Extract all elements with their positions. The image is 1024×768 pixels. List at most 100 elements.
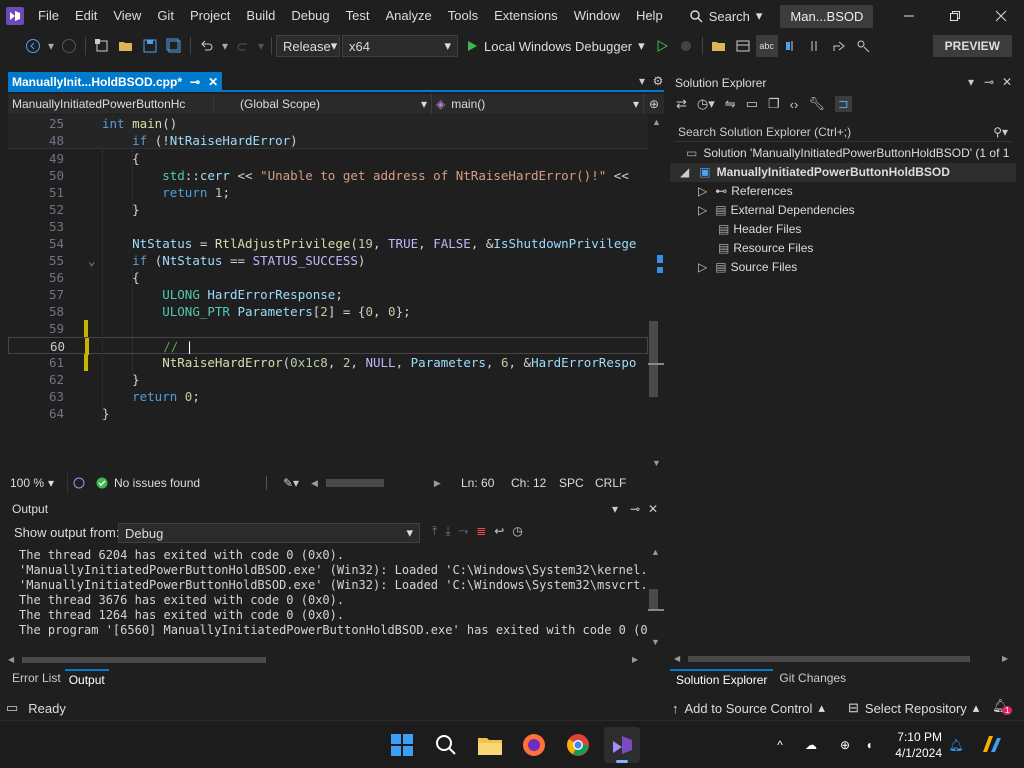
dropdown-arrow-icon[interactable]: ▾ [256, 35, 266, 57]
scroll-left-icon[interactable]: ◀ [674, 654, 680, 663]
scrollbar-thumb[interactable] [649, 321, 658, 397]
scroll-up-icon[interactable]: ▲ [651, 547, 660, 557]
editor-horizontal-scrollbar[interactable]: ◀ ▶ [311, 478, 441, 489]
project-dropdown[interactable]: ManuallyInitiatedPowerButtonHc [8, 94, 214, 114]
preview-selected-icon[interactable]: ⊐ [834, 96, 852, 112]
spell-check-icon[interactable]: abc [755, 35, 778, 57]
sticky-scroll-line[interactable]: 25 int main() [8, 115, 648, 132]
issues-indicator[interactable]: No issues found [96, 476, 256, 490]
code-view-icon[interactable]: ‹› [790, 97, 799, 112]
scrollbar-thumb[interactable] [688, 656, 970, 662]
new-project-icon[interactable] [91, 35, 113, 57]
code-line[interactable]: 58 ULONG_PTR Parameters[2] = {0, 0}; [8, 303, 648, 320]
find-next-icon[interactable]: ⤓ [445, 524, 450, 539]
redo-icon[interactable] [232, 35, 254, 57]
scroll-right-icon[interactable]: ▶ [434, 478, 441, 489]
code-line[interactable]: 62 } [8, 371, 648, 388]
tree-item-header-files[interactable]: ▤ Header Files [670, 220, 1016, 239]
configuration-select[interactable]: Release ▾ [276, 35, 340, 57]
restore-icon[interactable] [932, 0, 978, 32]
tree-item-project[interactable]: ◢ ▣ ManuallyInitiatedPowerButtonHoldBSOD [670, 163, 1016, 182]
panel-dropdown-icon[interactable]: ▾ [612, 502, 624, 516]
hot-reload-icon[interactable] [675, 35, 697, 57]
dropdown-arrow-icon[interactable]: ▾ [46, 35, 56, 57]
scroll-down-icon[interactable]: ▼ [651, 637, 660, 647]
navigate-forward-icon[interactable] [58, 35, 80, 57]
close-panel-icon[interactable]: ✕ [648, 502, 660, 516]
collapse-all-icon[interactable]: ▭ [746, 96, 758, 112]
clock-icon[interactable]: ◷ [512, 524, 522, 539]
expanded-triangle-icon[interactable]: ◢ [680, 165, 689, 179]
platform-select[interactable]: x64 ▾ [342, 35, 458, 57]
share-icon[interactable] [828, 35, 850, 57]
clear-all-icon[interactable]: ≣ [476, 524, 486, 539]
line-indicator[interactable]: Ln: 60 [461, 476, 511, 490]
scroll-left-icon[interactable]: ◀ [311, 478, 318, 489]
language-globe-icon[interactable]: ⊕ [834, 735, 856, 755]
scroll-right-icon[interactable]: ▶ [1002, 654, 1008, 663]
folder-icon[interactable] [708, 35, 730, 57]
windows-start-icon[interactable] [388, 731, 416, 759]
code-line[interactable]: 63 return 0; [8, 388, 648, 405]
pin-icon[interactable]: ⊸ [190, 75, 200, 89]
scroll-down-icon[interactable]: ▼ [652, 458, 661, 468]
align-icon[interactable] [780, 35, 802, 57]
code-line[interactable]: 57 ULONG HardErrorResponse; [8, 286, 648, 303]
whitespace-indicator[interactable]: SPC [559, 476, 595, 490]
layout-icon[interactable] [732, 35, 754, 57]
tab-error-list[interactable]: Error List [8, 669, 65, 689]
tab-output[interactable]: Output [64, 669, 109, 689]
tab-dropdown-icon[interactable]: ▾ [636, 74, 648, 88]
tree-item-solution[interactable]: ▭ Solution 'ManuallyInitiatedPowerButtonH… [670, 144, 1016, 163]
output-horizontal-scrollbar[interactable]: ◀ ▶ [8, 655, 648, 665]
file-explorer-icon[interactable] [476, 731, 504, 759]
switch-views-icon[interactable]: ⇄ [676, 96, 687, 112]
tree-item-source-files[interactable]: ▷ ▤ Source Files [670, 258, 1016, 277]
save-all-icon[interactable] [163, 35, 185, 57]
scroll-up-icon[interactable]: ▲ [652, 117, 661, 127]
document-tab[interactable]: ManuallyInit...HoldBSOD.cpp* ⊸ ✕ [8, 72, 223, 92]
chrome-icon[interactable] [564, 731, 592, 759]
menu-window[interactable]: Window [566, 0, 628, 32]
code-line[interactable]: 50 std::cerr << "Unable to get address o… [8, 167, 648, 184]
pending-changes-icon[interactable]: ◷▾ [697, 96, 715, 112]
close-tab-icon[interactable]: ✕ [208, 75, 218, 89]
tab-git-changes[interactable]: Git Changes [773, 669, 852, 689]
next-message-icon[interactable]: ⤳ [459, 524, 469, 539]
menu-git[interactable]: Git [149, 0, 182, 32]
code-line[interactable]: 64} [8, 405, 648, 422]
undo-icon[interactable] [196, 35, 218, 57]
navigate-back-icon[interactable] [22, 35, 44, 57]
menu-edit[interactable]: Edit [67, 0, 105, 32]
start-debugging-button[interactable]: Local Windows Debugger ▾ [466, 38, 645, 54]
settings-gear-icon[interactable]: ⚙ [652, 74, 664, 88]
visual-studio-preview-icon[interactable] [604, 727, 640, 763]
tree-item-external-dependencies[interactable]: ▷ ▤ External Dependencies [670, 201, 1016, 220]
solution-search-input[interactable]: Search Solution Explorer (Ctrl+;) ⚲▾ [674, 122, 1012, 142]
output-source-select[interactable]: Debug ▾ [118, 523, 420, 543]
pin-icon[interactable]: ⊸ [984, 75, 994, 89]
bookmark-icon[interactable] [804, 35, 826, 57]
copilot-icon[interactable] [68, 476, 90, 490]
tree-item-references[interactable]: ▷ ⊷ References [670, 182, 1016, 201]
tab-solution-explorer[interactable]: Solution Explorer [670, 669, 774, 689]
properties-wrench-icon[interactable]: 🔧︎ [808, 96, 825, 112]
code-line[interactable]: 49 { [8, 150, 648, 167]
code-line[interactable]: 55 ⌄ if (NtStatus == STATUS_SUCCESS) [8, 252, 648, 269]
onedrive-cloud-icon[interactable]: ☁ [800, 735, 822, 755]
menu-analyze[interactable]: Analyze [377, 0, 439, 32]
visual-studio-logo-icon[interactable] [0, 0, 30, 32]
output-text[interactable]: The thread 6204 has exited with code 0 (… [8, 547, 648, 647]
menu-debug[interactable]: Debug [283, 0, 337, 32]
collapsed-triangle-icon[interactable]: ▷ [698, 184, 707, 198]
close-panel-icon[interactable]: ✕ [1002, 75, 1012, 89]
minimize-icon[interactable] [886, 0, 932, 32]
preview-badge[interactable]: PREVIEW [932, 35, 1012, 57]
menu-test[interactable]: Test [338, 0, 378, 32]
code-editor[interactable]: 25 int main() 48 if (!NtRaiseHardError) 4… [8, 115, 648, 470]
select-repository-button[interactable]: ⊟ Select Repository ▴ [848, 700, 979, 716]
code-line[interactable]: 61 NtRaiseHardError(0x1c8, 2, NULL, Para… [8, 354, 648, 371]
search-icon[interactable] [432, 731, 460, 759]
sticky-scroll-line[interactable]: 48 if (!NtRaiseHardError) [8, 132, 648, 149]
scrollbar-thumb[interactable] [22, 657, 266, 663]
